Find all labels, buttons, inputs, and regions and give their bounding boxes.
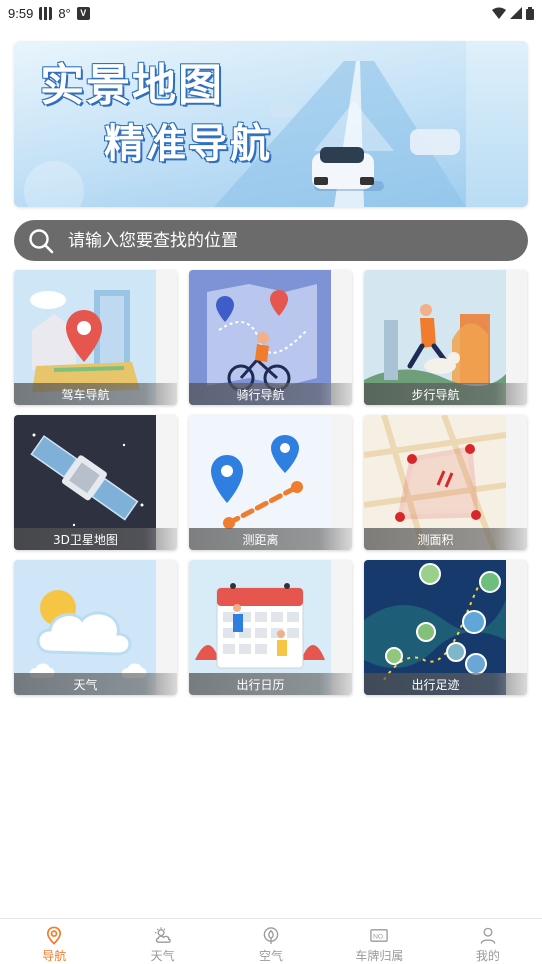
feature-measure-area[interactable]: 测面积: [364, 415, 527, 550]
search-icon: [29, 228, 54, 253]
nav-label: 我的: [475, 949, 500, 963]
nav-label: 空气: [259, 949, 284, 963]
feature-satellite-map[interactable]: 3D卫星地图: [14, 415, 177, 550]
nav-label: 车牌归属: [355, 949, 404, 963]
feature-label: 测面积: [364, 528, 527, 550]
status-temperature: 8°: [58, 5, 71, 21]
nav-label: 导航: [42, 949, 67, 963]
feature-label: 步行导航: [364, 383, 527, 405]
license-plate-icon: NO.: [370, 929, 389, 942]
feature-label: 出行足迹: [364, 673, 527, 695]
battery-icon: [526, 6, 534, 20]
status-bar: 9:59 8° V: [0, 0, 542, 26]
feature-grid: 驾车导航 骑行导航 步行导航 3D卫星地图 测距离 测面积 天气 出行日历 出行…: [14, 270, 528, 695]
feature-label: 3D卫星地图: [14, 528, 177, 550]
search-input[interactable]: [68, 230, 488, 251]
wifi-icon: [492, 7, 506, 19]
sun-cloud-icon: [154, 927, 171, 943]
banner-subtitle: 精准导航: [104, 121, 272, 167]
feature-weather[interactable]: 天气: [14, 560, 177, 695]
app-notification-icon: [39, 6, 53, 20]
search-bar[interactable]: [14, 220, 528, 261]
feature-travel-calendar[interactable]: 出行日历: [189, 560, 352, 695]
nav-tab-navigation[interactable]: 导航: [0, 919, 108, 964]
feature-travel-footprint[interactable]: 出行足迹: [364, 560, 527, 695]
feature-car-navigation[interactable]: 驾车导航: [14, 270, 177, 405]
feature-walking-navigation[interactable]: 步行导航: [364, 270, 527, 405]
feature-measure-distance[interactable]: 测距离: [189, 415, 352, 550]
person-icon: [480, 927, 496, 944]
bottom-navigation: 导航 天气 空气 NO. 车牌归属 我的: [0, 918, 542, 964]
status-time: 9:59: [8, 5, 34, 21]
nav-tab-profile[interactable]: 我的: [434, 919, 542, 964]
location-pin-icon: [47, 926, 62, 945]
promo-banner[interactable]: 实景地图 精准导航: [14, 41, 528, 207]
nav-label: 天气: [150, 949, 175, 963]
nav-tab-license-plate[interactable]: NO. 车牌归属: [325, 919, 433, 964]
svg-text:NO.: NO.: [374, 933, 386, 940]
signal-icon: [510, 7, 522, 19]
feature-label: 驾车导航: [14, 383, 177, 405]
feature-label: 骑行导航: [189, 383, 352, 405]
leaf-icon: [263, 927, 279, 945]
nav-tab-weather[interactable]: 天气: [108, 919, 216, 964]
banner-image: 实景地图 精准导航: [14, 41, 466, 207]
nav-tab-air[interactable]: 空气: [217, 919, 325, 964]
feature-label: 出行日历: [189, 673, 352, 695]
feature-cycling-navigation[interactable]: 骑行导航: [189, 270, 352, 405]
feature-label: 天气: [14, 673, 177, 695]
v-notification-icon: V: [76, 6, 90, 20]
banner-title: 实景地图: [40, 60, 224, 111]
feature-label: 测距离: [189, 528, 352, 550]
